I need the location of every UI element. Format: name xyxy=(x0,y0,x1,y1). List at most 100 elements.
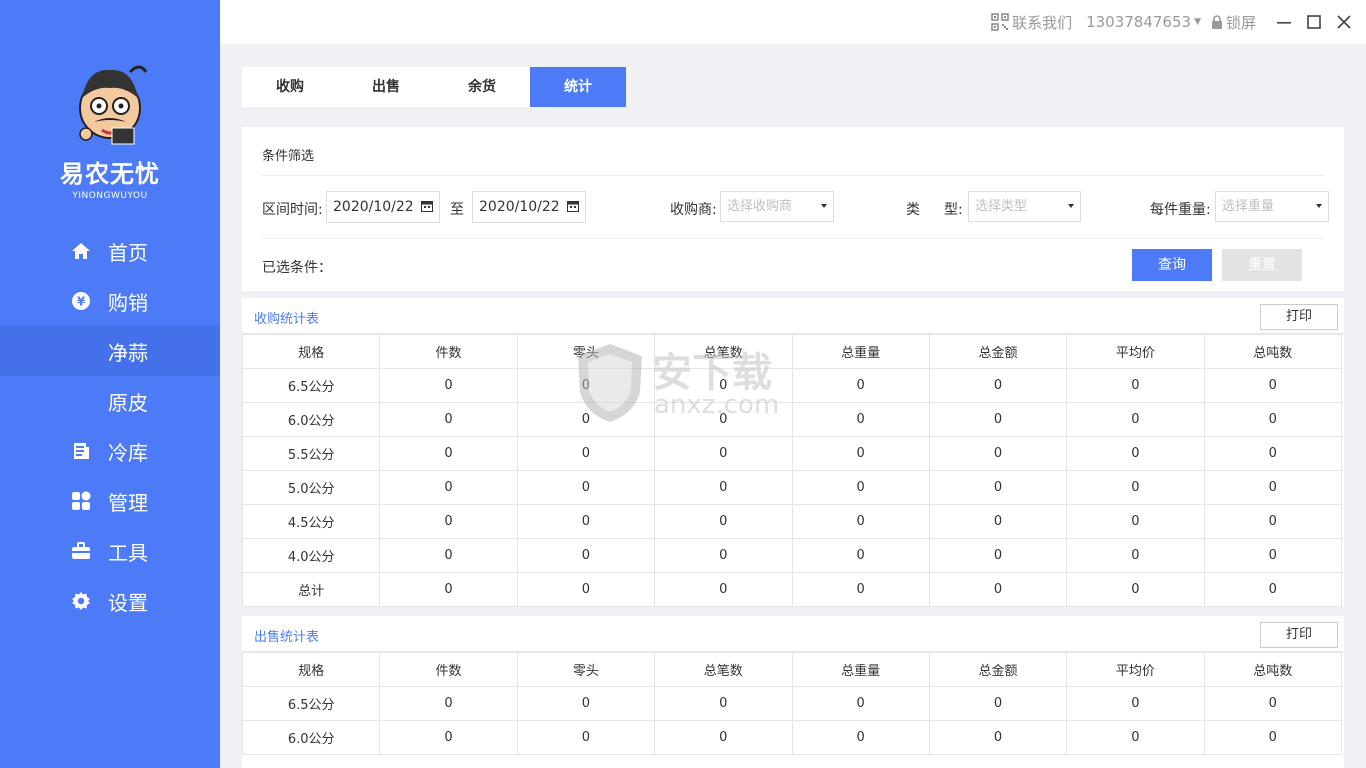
contact-us-link[interactable]: 联系我们 xyxy=(991,12,1072,33)
toolbox-icon xyxy=(70,540,92,562)
grid-icon xyxy=(70,490,92,512)
table-cell: 总计 xyxy=(241,572,381,607)
weight-select[interactable]: 选择重量 xyxy=(1215,191,1329,222)
table-cell: 0 xyxy=(516,470,656,505)
table-cell: 0 xyxy=(928,368,1068,403)
table-row: 4.5公分 0 0 0 0 0 0 0 xyxy=(241,504,1343,539)
sidebar-item-label: 工具 xyxy=(108,540,148,565)
table-cell: 0 xyxy=(516,538,656,573)
table-cell: 0 xyxy=(654,504,793,539)
yen-icon: ¥ xyxy=(70,290,92,312)
table-row: 4.0公分 0 0 0 0 0 0 0 xyxy=(241,538,1343,573)
sidebar-item-label: 首页 xyxy=(108,240,148,265)
table-header-cell: 件数 xyxy=(379,334,518,369)
table-header-cell: 总重量 xyxy=(791,652,930,687)
brand-subtitle: YINONGWUYOU xyxy=(72,191,148,201)
close-button[interactable] xyxy=(1334,12,1354,32)
sidebar-item-label: 净蒜 xyxy=(108,340,148,365)
home-icon xyxy=(70,240,92,262)
table-cell: 0 xyxy=(1203,504,1343,539)
to-label: 至 xyxy=(450,202,464,218)
table-cell: 0 xyxy=(1066,402,1205,437)
calendar-icon xyxy=(567,201,579,212)
tab-stock[interactable]: 余货 xyxy=(434,67,530,107)
table-cell: 0 xyxy=(1066,538,1205,573)
caret-down-icon xyxy=(821,204,827,208)
table-cell: 0 xyxy=(791,470,930,505)
tab-statistics[interactable]: 统计 xyxy=(530,67,626,107)
table-header-cell: 总吨数 xyxy=(1203,334,1343,369)
lock-screen-button[interactable]: 锁屏 xyxy=(1211,12,1256,33)
buyer-select[interactable]: 选择收购商 xyxy=(720,191,834,222)
table-cell: 0 xyxy=(1203,470,1343,505)
maximize-button[interactable] xyxy=(1304,12,1324,32)
table-cell: 6.0公分 xyxy=(242,720,381,755)
table-header-cell: 零头 xyxy=(516,334,656,369)
phone-number: 13037847653 xyxy=(1086,13,1192,31)
end-date-input[interactable]: 2020/10/22 xyxy=(472,191,586,223)
sidebar-item-label: 冷库 xyxy=(108,440,148,465)
sidebar-item-home[interactable]: 首页 xyxy=(0,226,220,276)
table-cell: 5.5公分 xyxy=(241,436,381,471)
table-cell: 0 xyxy=(791,436,930,471)
table-cell: 0 xyxy=(516,368,656,403)
tab-purchase[interactable]: 收购 xyxy=(242,67,338,107)
start-date-input[interactable]: 2020/10/22 xyxy=(326,191,440,223)
table-cell: 0 xyxy=(379,720,518,755)
sidebar-item-tools[interactable]: 工具 xyxy=(0,526,220,576)
table-row: 6.5公分 0 0 0 0 0 0 0 xyxy=(242,686,1343,721)
divider xyxy=(262,238,1324,239)
purchase-stats-panel: 收购统计表 打印 规格 件数 零头 总笔数 总重量 总金额 平均价 总吨数 6.5公分 0 0 0 0… xyxy=(241,298,1344,607)
table-cell: 0 xyxy=(379,436,518,471)
brand-name: 易农无忧 xyxy=(60,160,160,188)
table-cell: 0 xyxy=(516,436,656,471)
table-cell: 0 xyxy=(1203,436,1343,471)
table-header-cell: 总笔数 xyxy=(654,334,793,369)
table-cell: 0 xyxy=(379,470,518,505)
query-button[interactable]: 查询 xyxy=(1132,249,1212,281)
divider xyxy=(262,175,1324,176)
sidebar-item-garlic[interactable]: 净蒜 xyxy=(0,326,220,376)
minimize-button[interactable] xyxy=(1274,12,1294,32)
table-header-cell: 总金额 xyxy=(928,652,1068,687)
table-cell: 0 xyxy=(516,720,656,755)
table-cell: 5.0公分 xyxy=(241,470,381,505)
filter-panel: 条件筛选 区间时间: 2020/10/22 至 2020/10/22 收购商: … xyxy=(242,127,1344,291)
gear-icon xyxy=(70,590,92,612)
lock-screen-label: 锁屏 xyxy=(1225,13,1256,32)
table-cell: 0 xyxy=(1066,368,1205,403)
reset-button[interactable]: 重置 xyxy=(1222,249,1302,281)
table-cell: 0 xyxy=(791,538,930,573)
sidebar-item-cold[interactable]: 冷库 xyxy=(0,426,220,476)
sidebar-item-settings[interactable]: 设置 xyxy=(0,576,220,626)
table-cell: 0 xyxy=(791,368,930,403)
table-row: 5.0公分 0 0 0 0 0 0 0 xyxy=(241,470,1343,505)
sidebar-item-manage[interactable]: 管理 xyxy=(0,476,220,526)
table-cell: 0 xyxy=(379,538,518,573)
print-button[interactable]: 打印 xyxy=(1260,304,1338,330)
table-header-cell: 总金额 xyxy=(928,334,1068,369)
close-icon xyxy=(1337,15,1351,29)
tab-sales[interactable]: 出售 xyxy=(338,67,434,107)
buyer-placeholder: 选择收购商 xyxy=(727,199,793,214)
caret-down-icon xyxy=(1316,204,1322,208)
table-cell: 6.5公分 xyxy=(241,368,381,403)
table-cell: 0 xyxy=(654,470,793,505)
type-select[interactable]: 选择类型 xyxy=(968,191,1081,222)
sales-stats-table: 规格 件数 零头 总笔数 总重量 总金额 平均价 总吨数 6.5公分 0 0 0 0 0 0 0 6.0公分 0… xyxy=(242,652,1343,755)
table-cell: 0 xyxy=(791,720,930,755)
print-button[interactable]: 打印 xyxy=(1260,622,1338,648)
table-header-cell: 总重量 xyxy=(791,334,930,369)
type-label-a: 类 xyxy=(906,202,920,218)
table-header-cell: 总吨数 xyxy=(1203,652,1343,687)
logo: 易农无忧 YINONGWUYOU xyxy=(0,58,220,201)
table-cell: 0 xyxy=(379,572,518,607)
table-cell: 0 xyxy=(928,470,1068,505)
table-cell: 0 xyxy=(928,402,1068,437)
minimize-icon xyxy=(1277,22,1291,24)
sidebar-item-trade[interactable]: ¥ 购销 xyxy=(0,276,220,326)
account-dropdown[interactable]: 13037847653 ▼ xyxy=(1086,13,1201,31)
range-label: 区间时间: xyxy=(262,202,323,218)
sidebar-item-skin[interactable]: 原皮 xyxy=(0,376,220,426)
maximize-icon xyxy=(1307,15,1321,29)
